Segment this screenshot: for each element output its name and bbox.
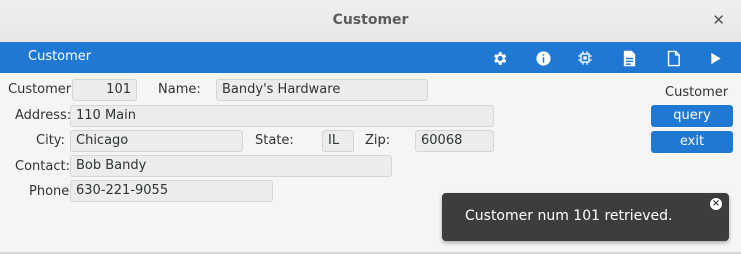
zip-field[interactable]: 60068 [415,130,494,152]
address-field[interactable]: 110 Main [70,105,494,127]
contact-field[interactable]: Bob Bandy [70,155,392,177]
gear-icon[interactable] [490,49,508,67]
toast-message: Customer num 101 retrieved. [465,208,673,224]
phone-field[interactable]: 630-221-9055 [70,180,273,202]
query-button[interactable]: query [651,105,733,127]
info-icon[interactable] [534,49,552,67]
chip-icon[interactable] [576,49,594,67]
window-title: Customer [332,12,409,28]
zip-label: Zip: [365,133,391,148]
customer-field[interactable]: 101 [72,79,137,101]
city-label: City: [36,133,65,148]
close-icon[interactable]: ✕ [712,11,725,29]
contact-label: Contact: [15,159,70,174]
name-field[interactable]: Bandy's Hardware [216,79,428,101]
toast-notification: Customer num 101 retrieved. × [442,193,729,241]
exit-button[interactable]: exit [651,131,733,153]
blank-page-icon[interactable] [664,49,682,67]
customer-label: Customer: [8,82,76,97]
document-icon[interactable] [620,49,638,67]
window-titlebar: Customer ✕ [0,0,741,43]
state-field[interactable]: IL [322,130,354,152]
name-label: Name: [158,82,201,97]
phone-label: Phone: [29,184,74,199]
toolbar-title: Customer [28,49,92,64]
city-field[interactable]: Chicago [70,130,243,152]
address-label: Address: [15,108,72,123]
state-label: State: [255,133,294,148]
close-icon[interactable]: × [710,198,722,210]
play-icon[interactable] [707,49,725,67]
side-panel-title: Customer [665,85,729,100]
toolbar: Customer [0,42,741,73]
